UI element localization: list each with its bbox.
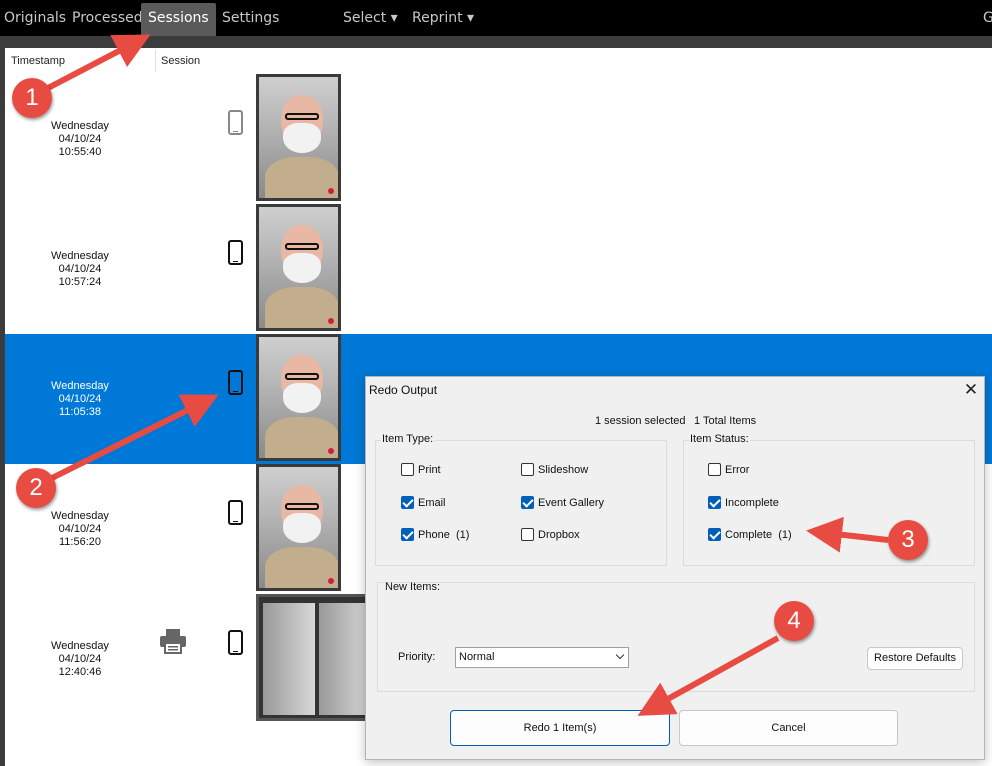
cancel-button[interactable]: Cancel: [679, 710, 898, 746]
timestamp-cell: Wednesday 04/10/24 10:57:24: [35, 250, 125, 289]
dialog-title: Redo Output: [369, 383, 438, 397]
session-row[interactable]: Wednesday 04/10/24 10:57:24: [5, 204, 992, 334]
timestamp-cell: Wednesday 04/10/24 11:05:38: [35, 380, 125, 419]
incomplete-label: Incomplete: [725, 497, 779, 509]
print-checkbox[interactable]: Print: [401, 463, 441, 477]
phone-icon: [228, 110, 243, 135]
item-status-group: Item Status: Error Incomplete Complete (…: [683, 433, 975, 566]
item-status-title: Item Status:: [689, 433, 750, 445]
timestamp-date: 04/10/24: [58, 653, 102, 665]
timestamp-time: 10:55:40: [58, 146, 102, 158]
session-row[interactable]: Wednesday 04/10/24 10:55:40: [5, 74, 992, 204]
tab-cut-off[interactable]: G: [983, 0, 992, 36]
error-checkbox[interactable]: Error: [708, 463, 749, 477]
timestamp-cell: Wednesday 04/10/24 10:55:40: [35, 120, 125, 159]
printer-icon: [160, 629, 186, 654]
slideshow-checkbox[interactable]: Slideshow: [521, 463, 588, 477]
print-label: Print: [418, 464, 441, 476]
phone-icon: [228, 240, 243, 265]
timestamp-time: 10:57:24: [58, 276, 102, 288]
timestamp-date: 04/10/24: [58, 263, 102, 275]
priority-label: Priority:: [398, 651, 436, 663]
timestamp-cell: Wednesday 04/10/24 12:40:46: [35, 640, 125, 679]
new-items-title: New Items:: [385, 581, 441, 593]
toolbar-strip: [0, 36, 992, 48]
tab-processed[interactable]: Processed: [72, 0, 143, 36]
complete-count: (1): [778, 529, 792, 541]
phone-icon: [228, 630, 243, 655]
timestamp-date: 04/10/24: [58, 523, 102, 535]
phone-icon: [228, 370, 243, 395]
timestamp-time: 12:40:46: [58, 666, 102, 678]
priority-select[interactable]: Normal: [455, 647, 629, 668]
event-gallery-label: Event Gallery: [538, 497, 605, 509]
session-thumbnail[interactable]: [256, 74, 341, 201]
redo-button[interactable]: Redo 1 Item(s): [450, 710, 670, 746]
phone-count: (1): [455, 529, 470, 541]
incomplete-checkbox[interactable]: Incomplete: [708, 496, 779, 510]
column-header-session[interactable]: Session: [161, 48, 201, 74]
timestamp-day: Wednesday: [51, 120, 109, 132]
event-gallery-checkbox[interactable]: Event Gallery: [521, 496, 604, 510]
top-nav: Originals Processed Sessions Settings Se…: [0, 0, 992, 36]
print-strip-thumbnail[interactable]: [256, 594, 371, 721]
timestamp-cell: Wednesday 04/10/24 11:56:20: [35, 510, 125, 549]
phone-label: Phone: [418, 529, 450, 541]
session-thumbnail[interactable]: [256, 334, 341, 461]
item-type-title: Item Type:: [381, 433, 435, 445]
annotation-badge-1: 1: [12, 78, 52, 118]
tab-sessions[interactable]: Sessions: [141, 3, 216, 36]
timestamp-day: Wednesday: [51, 640, 109, 652]
close-icon[interactable]: ✕: [960, 379, 982, 401]
item-type-group: Item Type: Print Email Phone (1) Slidesh…: [375, 433, 667, 566]
restore-defaults-button[interactable]: Restore Defaults: [867, 647, 963, 670]
column-separator: [155, 50, 156, 72]
select-menu[interactable]: Select ▾: [343, 0, 398, 36]
tab-originals[interactable]: Originals: [4, 0, 66, 36]
timestamp-date: 04/10/24: [58, 393, 102, 405]
phone-checkbox[interactable]: Phone (1): [401, 528, 469, 542]
session-thumbnail[interactable]: [256, 204, 341, 331]
annotation-badge-2: 2: [16, 468, 56, 508]
timestamp-time: 11:56:20: [58, 536, 101, 548]
email-checkbox[interactable]: Email: [401, 496, 446, 510]
dropbox-checkbox[interactable]: Dropbox: [521, 528, 580, 542]
annotation-badge-4: 4: [774, 601, 814, 641]
timestamp-day: Wednesday: [51, 510, 109, 522]
chevron-down-icon: [615, 650, 625, 660]
error-label: Error: [725, 464, 750, 476]
complete-checkbox[interactable]: Complete (1): [708, 528, 792, 542]
annotation-badge-3: 3: [888, 520, 928, 560]
tab-settings[interactable]: Settings: [222, 0, 279, 36]
email-label: Email: [418, 497, 446, 509]
complete-label: Complete: [725, 529, 773, 541]
slideshow-label: Slideshow: [538, 464, 589, 476]
timestamp-time: 11:05:38: [58, 406, 101, 418]
reprint-menu[interactable]: Reprint ▾: [412, 0, 474, 36]
column-header-timestamp[interactable]: Timestamp: [11, 48, 65, 74]
session-thumbnail[interactable]: [256, 464, 341, 591]
timestamp-day: Wednesday: [51, 250, 109, 262]
new-items-group: New Items:: [377, 581, 975, 692]
dropbox-label: Dropbox: [538, 529, 580, 541]
timestamp-date: 04/10/24: [58, 133, 102, 145]
priority-value: Normal: [459, 651, 495, 663]
phone-icon: [228, 500, 243, 525]
sessions-selected-label: 1 session selected: [595, 415, 686, 427]
redo-output-dialog: Redo Output ✕ 1 session selected 1 Total…: [365, 376, 985, 760]
total-items-label: 1 Total Items: [694, 415, 757, 427]
timestamp-day: Wednesday: [51, 380, 109, 392]
